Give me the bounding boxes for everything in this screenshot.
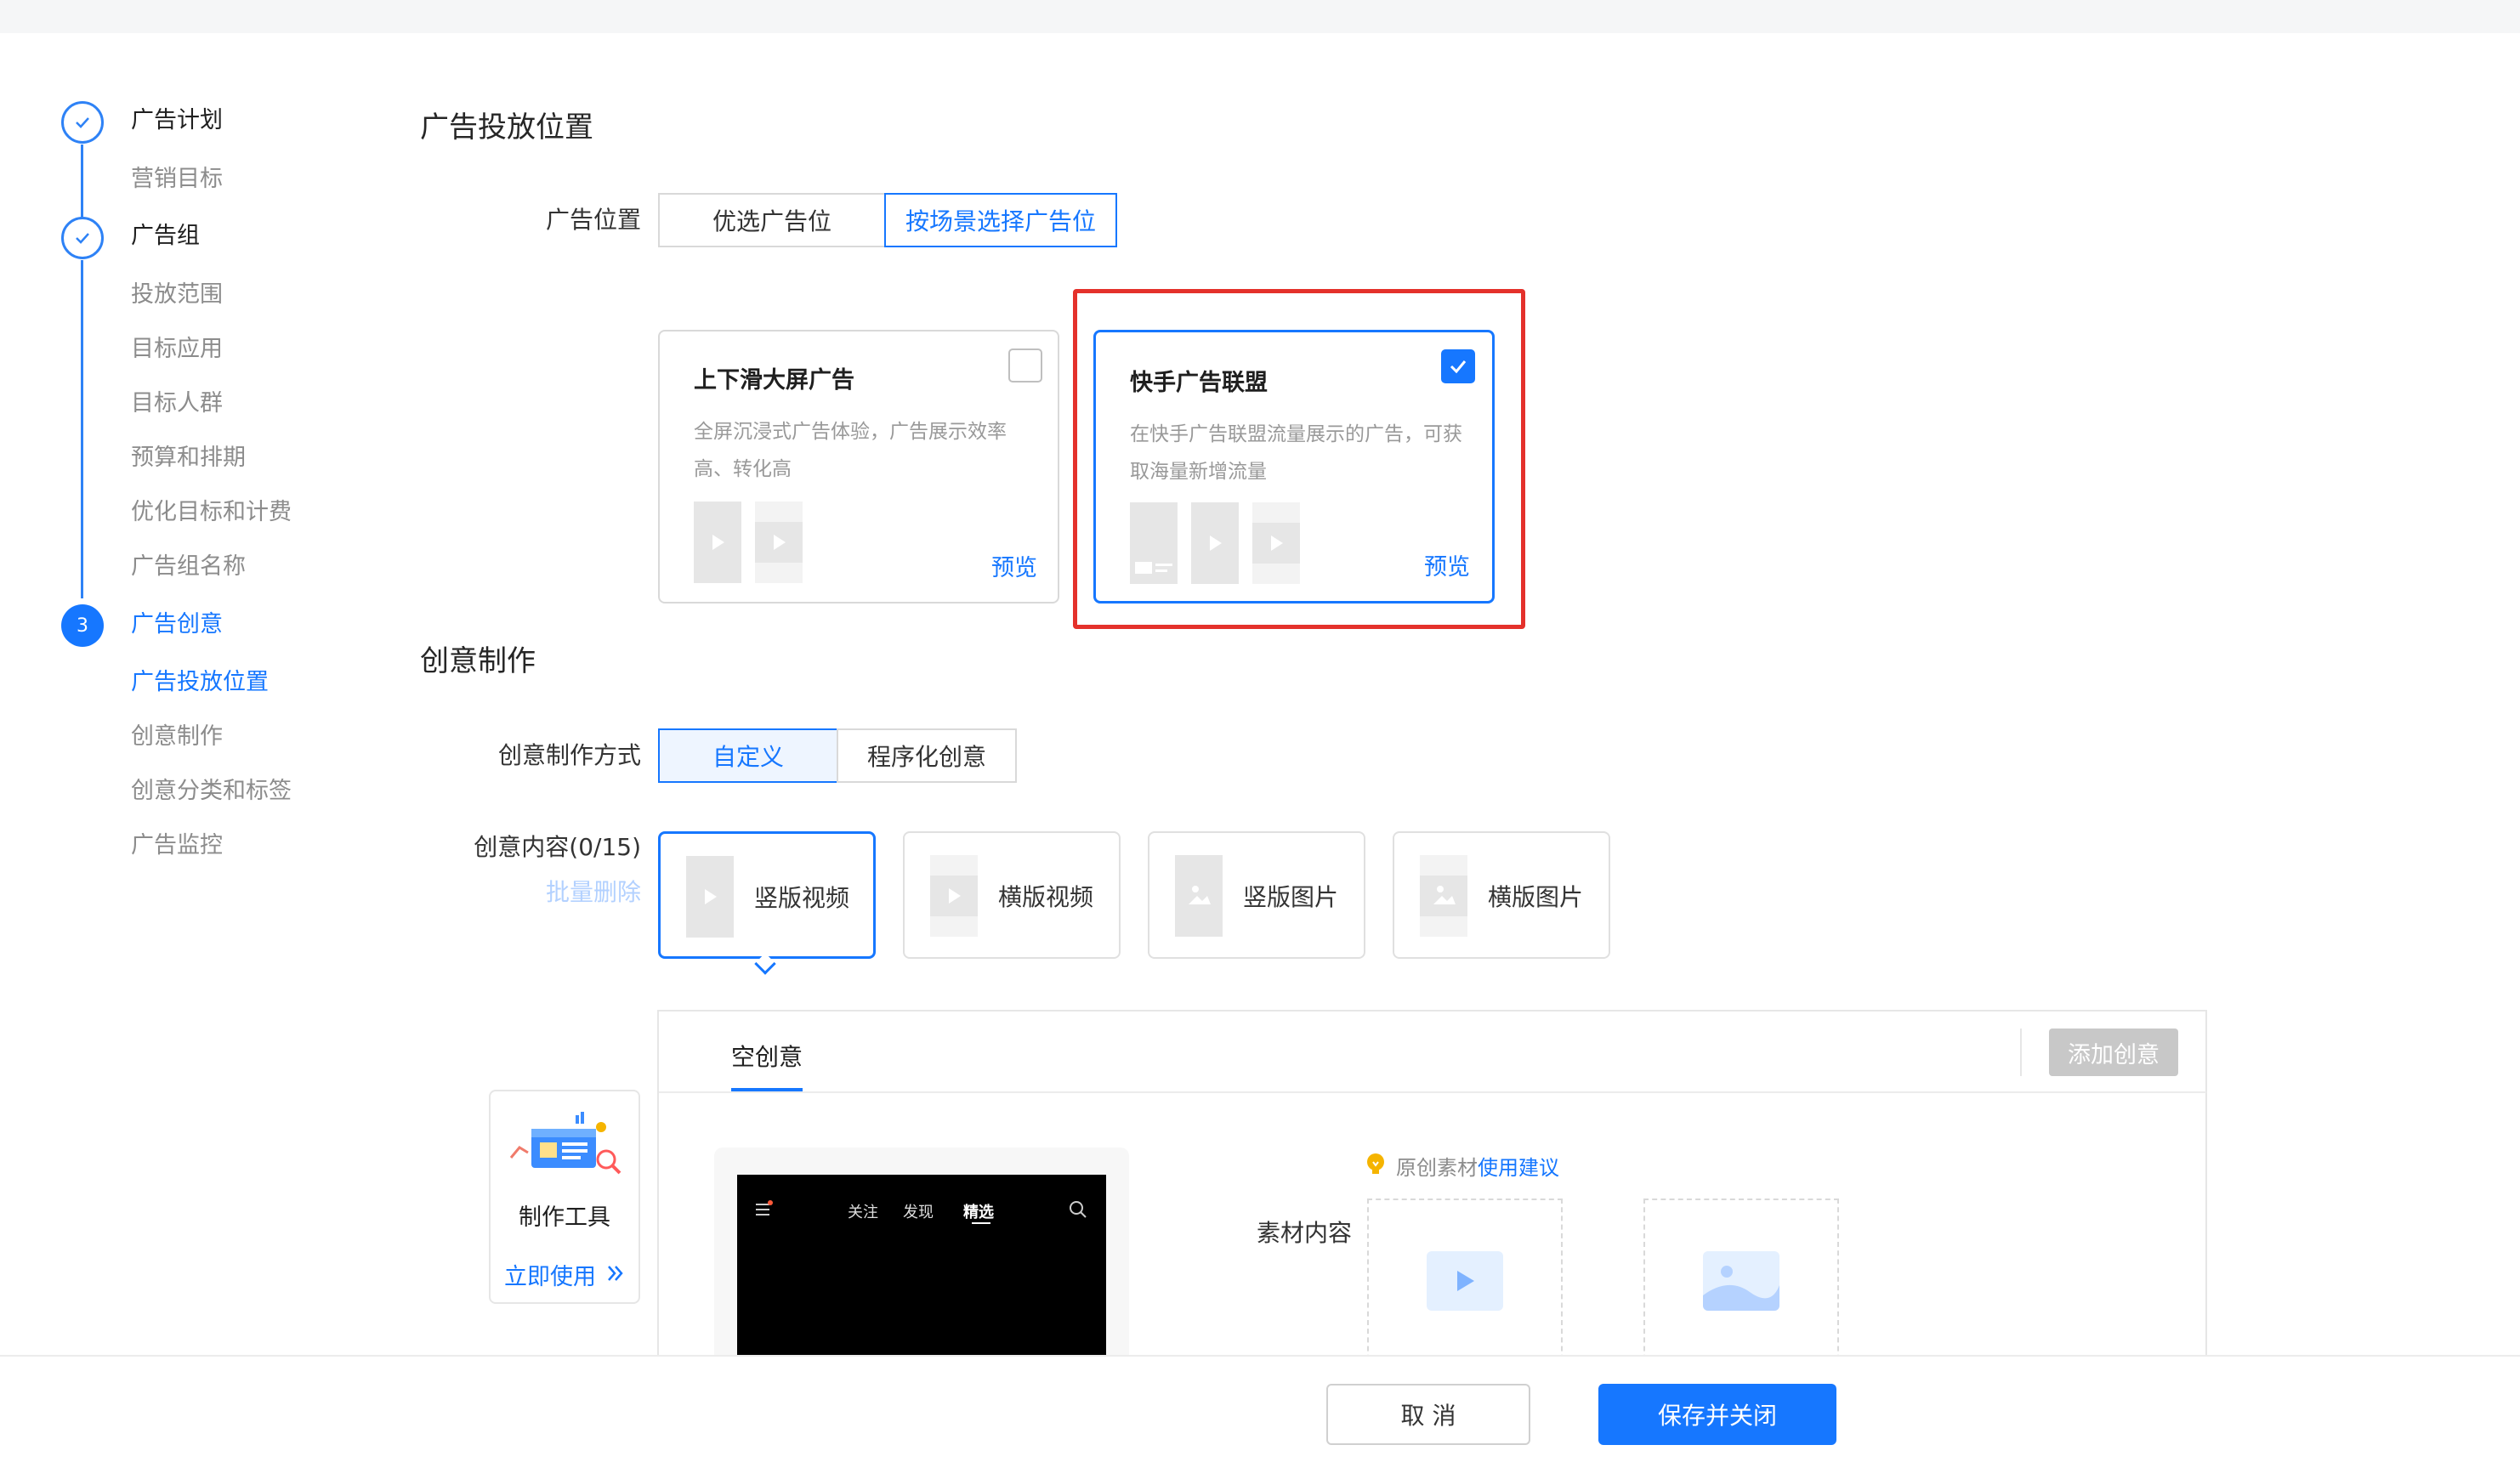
save-and-close-button[interactable]: 保存并关闭 [1598, 1384, 1836, 1445]
type-card-vertical-video[interactable]: 竖版视频 [658, 831, 876, 975]
creative-content-label: 创意内容(0/15) [474, 833, 641, 861]
tool-illustration-icon [509, 1112, 621, 1175]
phone-tab-discover: 发现 [903, 1204, 934, 1221]
type-card-label: 竖版视频 [754, 884, 850, 912]
placement-card-title: 上下滑大屏广告 [694, 367, 854, 394]
footer-bar [0, 1355, 2520, 1462]
tab-empty-creative[interactable]: 空创意 [731, 1039, 803, 1073]
step-done-icon [61, 217, 104, 259]
step-sub-optimization[interactable]: 优化目标和计费 [131, 497, 292, 528]
tab-divider [659, 1091, 2206, 1093]
type-card-horizontal-video[interactable]: 横版视频 [903, 831, 1121, 959]
step-sub-budget[interactable]: 预算和排期 [131, 443, 246, 473]
horizontal-video-thumbnail [755, 502, 803, 583]
hint-prefix: 原创素材 [1396, 1156, 1478, 1180]
step-connector [81, 260, 83, 598]
step-sub-creative-making[interactable]: 创意制作 [131, 722, 223, 752]
step-sub-range[interactable]: 投放范围 [131, 280, 223, 310]
preview-link[interactable]: 预览 [991, 549, 1037, 582]
type-card-label: 竖版图片 [1243, 883, 1339, 911]
image-icon [1175, 855, 1223, 937]
type-card-vertical-image[interactable]: 竖版图片 [1148, 831, 1365, 959]
step-sub-marketing-goal[interactable]: 营销目标 [131, 164, 223, 195]
top-bar [0, 0, 2520, 33]
step-sub-monitoring[interactable]: 广告监控 [131, 830, 223, 861]
step-plan[interactable]: 广告计划 [131, 105, 223, 136]
step-number-badge: 3 [61, 604, 104, 647]
image-icon [1420, 855, 1467, 937]
batch-delete-link[interactable]: 批量删除 [510, 877, 641, 908]
step-ad-creative[interactable]: 广告创意 [131, 609, 223, 640]
step-sub-target-audience[interactable]: 目标人群 [131, 388, 223, 419]
toolbar-divider [2020, 1028, 2022, 1076]
step-sub-group-name[interactable]: 广告组名称 [131, 552, 246, 582]
tool-title: 制作工具 [519, 1204, 610, 1231]
placement-card-desc: 全屏沉浸式广告体验，广告展示效率高、转化高 [694, 421, 1007, 480]
phone-tab-underline [972, 1222, 990, 1224]
lightbulb-icon [1367, 1153, 1384, 1174]
placement-card-fullscreen[interactable]: 上下滑大屏广告 全屏沉浸式广告体验，广告展示效率高、转化高 预览 [658, 330, 1059, 604]
phone-screen: 关注 发现 精选 [737, 1175, 1106, 1362]
step-sub-placement[interactable]: 广告投放位置 [131, 667, 269, 698]
add-creative-button[interactable]: 添加创意 [2049, 1028, 2178, 1076]
double-chevron-right-icon [608, 1266, 623, 1281]
custom-method-option[interactable]: 自定义 [658, 728, 838, 783]
highlight-annotation-box [1073, 289, 1525, 629]
preferred-placement-option[interactable]: 优选广告位 [658, 193, 886, 247]
vertical-video-thumbnail [694, 502, 741, 583]
step-done-icon [61, 101, 104, 144]
video-upload-area[interactable] [1367, 1198, 1563, 1368]
material-content-label: 素材内容 [1256, 1219, 1352, 1247]
scene-placement-option[interactable]: 按场景选择广告位 [884, 193, 1117, 247]
video-upload-icon [1427, 1251, 1503, 1311]
programmatic-method-option[interactable]: 程序化创意 [837, 728, 1017, 783]
step-ad-group[interactable]: 广告组 [131, 221, 200, 252]
play-icon [930, 855, 978, 937]
placement-label: 广告位置 [545, 206, 641, 234]
notification-dot [768, 1200, 773, 1205]
creative-method-label: 创意制作方式 [497, 741, 641, 769]
usage-suggestion-link[interactable]: 使用建议 [1478, 1151, 1559, 1181]
step-sub-category-tags[interactable]: 创意分类和标签 [131, 776, 292, 807]
phone-tab-featured: 精选 [963, 1204, 994, 1221]
creative-section-title: 创意制作 [420, 644, 536, 678]
use-now-link[interactable]: 立即使用 [504, 1258, 596, 1291]
phone-tab-follow: 关注 [848, 1204, 878, 1221]
step-sub-target-app[interactable]: 目标应用 [131, 334, 223, 365]
search-icon [1070, 1201, 1087, 1218]
image-upload-area[interactable] [1643, 1198, 1839, 1368]
play-icon [686, 856, 734, 938]
type-card-label: 横版图片 [1488, 883, 1584, 911]
production-tool-card[interactable]: 制作工具 立即使用 [489, 1090, 640, 1304]
cancel-button[interactable]: 取 消 [1326, 1384, 1530, 1445]
placement-section-title: 广告投放位置 [420, 110, 593, 144]
active-pointer [754, 953, 776, 975]
image-upload-icon [1703, 1251, 1779, 1311]
placement-checkbox[interactable] [1008, 348, 1042, 382]
type-card-horizontal-image[interactable]: 横版图片 [1393, 831, 1610, 959]
type-card-label: 横版视频 [998, 883, 1094, 911]
